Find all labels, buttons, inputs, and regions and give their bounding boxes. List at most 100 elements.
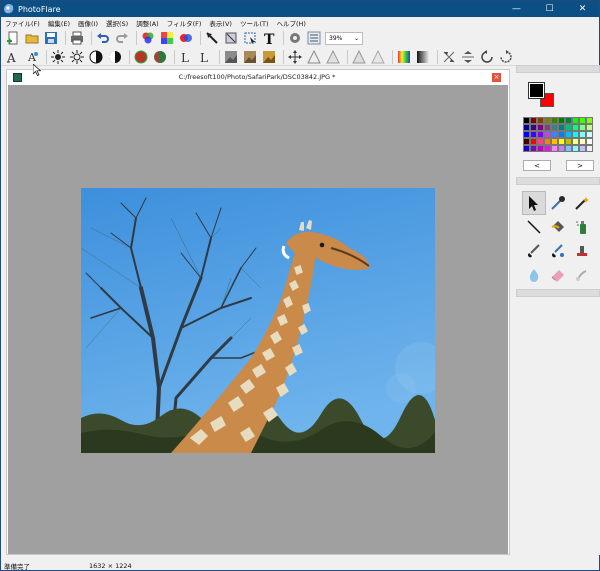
palette-swatch[interactable]: [558, 124, 565, 131]
gamma-down-icon[interactable]: L: [197, 49, 213, 65]
palette-swatch[interactable]: [586, 138, 593, 145]
redo-icon[interactable]: [114, 30, 130, 46]
gradient-color-icon[interactable]: [396, 49, 412, 65]
new-file-icon[interactable]: [5, 30, 21, 46]
list-icon[interactable]: [306, 30, 322, 46]
menu-edit[interactable]: 編集(E): [48, 18, 70, 28]
palette-swatch[interactable]: [558, 131, 565, 138]
saturation-down-icon[interactable]: [152, 49, 168, 65]
smudge-tool-icon[interactable]: [570, 263, 594, 287]
palette-swatch[interactable]: [551, 131, 558, 138]
palette-swatch[interactable]: [579, 124, 586, 131]
menu-tools[interactable]: ツール(T): [240, 18, 269, 28]
select-icon[interactable]: [242, 30, 258, 46]
menu-filter[interactable]: フィルタ(F): [167, 18, 202, 28]
maximize-button[interactable]: ☐: [533, 1, 566, 17]
palette-swatch[interactable]: [537, 131, 544, 138]
palette-swatch[interactable]: [558, 145, 565, 152]
palette-swatch[interactable]: [551, 117, 558, 124]
palette-swatch[interactable]: [572, 117, 579, 124]
text-style-icon[interactable]: A: [5, 49, 21, 65]
pointer-tool-icon[interactable]: [522, 191, 546, 215]
primary-color-swatch[interactable]: [528, 82, 545, 99]
text-icon[interactable]: T: [261, 30, 277, 46]
palette-swatch[interactable]: [551, 124, 558, 131]
palette-swatch[interactable]: [523, 138, 530, 145]
palette-swatch[interactable]: [523, 145, 530, 152]
pointer-icon[interactable]: [204, 30, 220, 46]
palette-swatch[interactable]: [572, 131, 579, 138]
palette-swatch[interactable]: [544, 145, 551, 152]
palette-swatch[interactable]: [544, 117, 551, 124]
palette-swatch[interactable]: [565, 145, 572, 152]
image-canvas[interactable]: [81, 188, 435, 453]
palette-swatch[interactable]: [523, 124, 530, 131]
palette-swatch[interactable]: [530, 145, 537, 152]
rotate-right-icon[interactable]: [498, 49, 514, 65]
palette-swatch[interactable]: [565, 124, 572, 131]
menu-view[interactable]: 表示(V): [209, 18, 232, 28]
palette-swatch[interactable]: [551, 138, 558, 145]
palette-swatch[interactable]: [544, 138, 551, 145]
gradient-gray-icon[interactable]: [415, 49, 431, 65]
menu-select[interactable]: 選択(S): [106, 18, 128, 28]
palette-swatch[interactable]: [558, 117, 565, 124]
palette-swatch[interactable]: [523, 131, 530, 138]
print-icon[interactable]: [69, 30, 85, 46]
palette-swatch[interactable]: [530, 131, 537, 138]
triangle-c-icon[interactable]: [351, 49, 367, 65]
old-photo-icon[interactable]: [261, 49, 277, 65]
eyedropper-tool-icon[interactable]: [546, 191, 570, 215]
zoom-select[interactable]: 39% ⌄: [325, 31, 363, 45]
saturation-up-icon[interactable]: [133, 49, 149, 65]
triangle-d-icon[interactable]: [370, 49, 386, 65]
menu-adjust[interactable]: 調整(A): [136, 18, 159, 28]
palette-swatch[interactable]: [579, 131, 586, 138]
canvas-area[interactable]: [8, 85, 508, 554]
palette-swatch[interactable]: [565, 117, 572, 124]
palette-swatch[interactable]: [544, 131, 551, 138]
magic-wand-tool-icon[interactable]: [570, 191, 594, 215]
blur-drop-tool-icon[interactable]: [522, 263, 546, 287]
palette-swatch[interactable]: [537, 145, 544, 152]
palette-swatch[interactable]: [537, 117, 544, 124]
palette-swatch[interactable]: [523, 117, 530, 124]
sepia-icon[interactable]: [242, 49, 258, 65]
palette-swatch[interactable]: [586, 117, 593, 124]
crop-icon[interactable]: [223, 30, 239, 46]
flip-vertical-icon[interactable]: [460, 49, 476, 65]
settings-gear-icon[interactable]: [287, 30, 303, 46]
palette-swatch[interactable]: [530, 117, 537, 124]
line-tool-icon[interactable]: [522, 215, 546, 239]
save-icon[interactable]: [43, 30, 59, 46]
triangle-a-icon[interactable]: [306, 49, 322, 65]
palette-swatch[interactable]: [579, 145, 586, 152]
palette-swatch[interactable]: [579, 138, 586, 145]
brush-tool-icon[interactable]: [522, 239, 546, 263]
palette-swatch[interactable]: [586, 131, 593, 138]
palette-swatch[interactable]: [530, 124, 537, 131]
palette-swatch[interactable]: [565, 131, 572, 138]
palette-swatch[interactable]: [565, 138, 572, 145]
palette-swatch[interactable]: [572, 145, 579, 152]
palette-swatch[interactable]: [530, 138, 537, 145]
gamma-up-icon[interactable]: L: [178, 49, 194, 65]
flip-horizontal-icon[interactable]: [441, 49, 457, 65]
contrast-up-icon[interactable]: [88, 49, 104, 65]
move-arrows-icon[interactable]: [287, 49, 303, 65]
rgb-circles-icon[interactable]: [178, 30, 194, 46]
menu-file[interactable]: ファイル(F): [5, 18, 40, 28]
minimize-button[interactable]: —: [500, 1, 533, 17]
palette-swatch[interactable]: [579, 117, 586, 124]
undo-icon[interactable]: [95, 30, 111, 46]
stamp-tool-icon[interactable]: [570, 239, 594, 263]
menu-help[interactable]: ヘルプ(H): [277, 18, 306, 28]
menu-image[interactable]: 画像(I): [78, 18, 98, 28]
document-close-icon[interactable]: ×: [492, 72, 501, 82]
clone-brush-tool-icon[interactable]: [546, 239, 570, 263]
palette-swatch[interactable]: [572, 138, 579, 145]
grayscale-icon[interactable]: [223, 49, 239, 65]
close-button[interactable]: ✕: [566, 1, 599, 17]
palette-swatch[interactable]: [586, 145, 593, 152]
color-balls-icon[interactable]: [140, 30, 156, 46]
